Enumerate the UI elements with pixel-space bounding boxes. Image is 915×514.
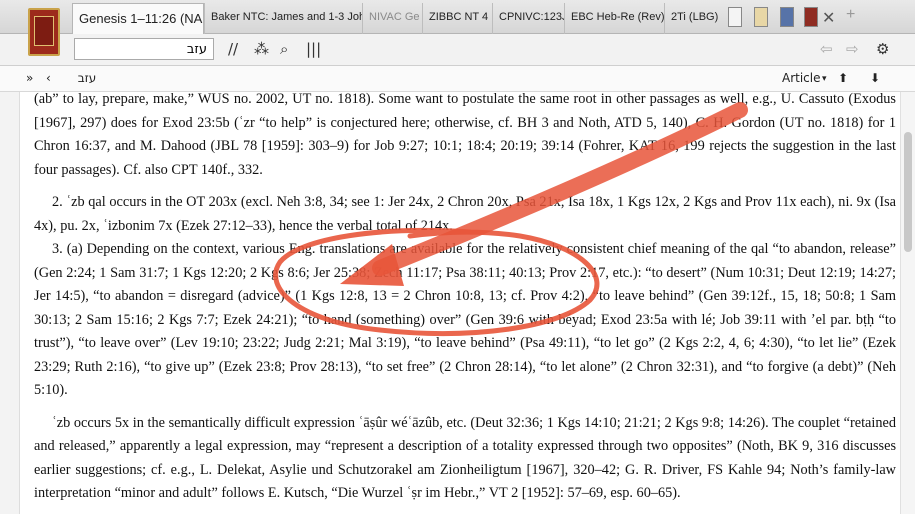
tab-baker-ntc[interactable]: Baker NTC: James and 1-3 John [204,3,362,34]
paragraph-occurrences: 2. ʿzb qal occurs in the OT 203x (excl. … [34,191,896,238]
reference-box[interactable]: עזב [62,71,112,85]
tab-cpnivc[interactable]: CPNIVC:123J [492,3,564,34]
visual-filter-icon[interactable]: ⁂ [254,40,269,58]
article-dropdown[interactable]: Article [782,71,826,85]
tab-thumbnail-3[interactable] [780,7,794,27]
text-line: ʿzb occurs 5x in the semantically diffic… [52,414,795,431]
expand-icon[interactable]: » [26,71,33,85]
new-tab-icon[interactable]: + [846,6,855,24]
tab-genesis-nac[interactable]: Genesis 1–11:26 (NAC) [72,3,204,34]
tab-2ti[interactable]: 2Ti (LBG) [664,3,724,34]
tab-nivac[interactable]: NIVAC Ge [362,3,422,34]
vertical-scrollbar[interactable] [900,92,915,514]
article-body: (ab” to lay, prepare, make,” WUS no. 200… [34,88,896,514]
scrollbar-thumb[interactable] [904,132,912,252]
text-line: (ab” to lay, prepare, make,” WUS no. 200… [34,91,845,107]
paragraph-root-notes: (ab” to lay, prepare, make,” WUS no. 200… [34,88,896,182]
tab-bar: Genesis 1–11:26 (NAC) Baker NTC: James a… [0,0,915,34]
paragraph-legal-expression: ʿzb occurs 5x in the semantically diffic… [34,412,896,506]
dropdown-arrow-icon[interactable]: ‹ [46,71,51,85]
text-line: 2. ʿzb qal occurs in the OT 203x (excl. … [52,194,797,210]
panel-layout-icon[interactable]: ||| [306,40,321,58]
search-input[interactable] [74,38,214,60]
back-arrow-icon[interactable]: ⇦ [820,40,833,58]
text-line: VT 2 [1952]: 57–69, esp. 60–65). [488,485,681,501]
text-line: 3. (a) Depending on the context, various… [52,241,769,257]
chevron-down-icon[interactable]: ▾ [822,74,827,84]
close-tab-icon[interactable]: ✕ [822,8,835,28]
tab-thumbnail-4[interactable] [804,7,818,27]
tab-zibbc[interactable]: ZIBBC NT 4 [422,3,492,34]
scroll-down-icon[interactable]: ⬇ [870,71,880,85]
book-cover-image [28,8,60,56]
tab-thumbnail-1[interactable] [728,7,742,27]
scroll-up-icon[interactable]: ⬆ [838,71,848,85]
toolbar: // ⁂ ⌕ ||| ⇦ ⇨ ⚙ [0,34,915,66]
parallel-icon[interactable]: // [228,40,238,58]
search-icon[interactable]: ⌕ [280,40,288,58]
forward-arrow-icon[interactable]: ⇨ [846,40,859,58]
tab-ebc[interactable]: EBC Heb-Re (Rev) [564,3,664,34]
settings-icon[interactable]: ⚙ [876,40,889,58]
paragraph-meaning: 3. (a) Depending on the context, various… [34,238,896,403]
tab-thumbnail-2[interactable] [754,7,768,27]
left-gutter [0,92,20,514]
